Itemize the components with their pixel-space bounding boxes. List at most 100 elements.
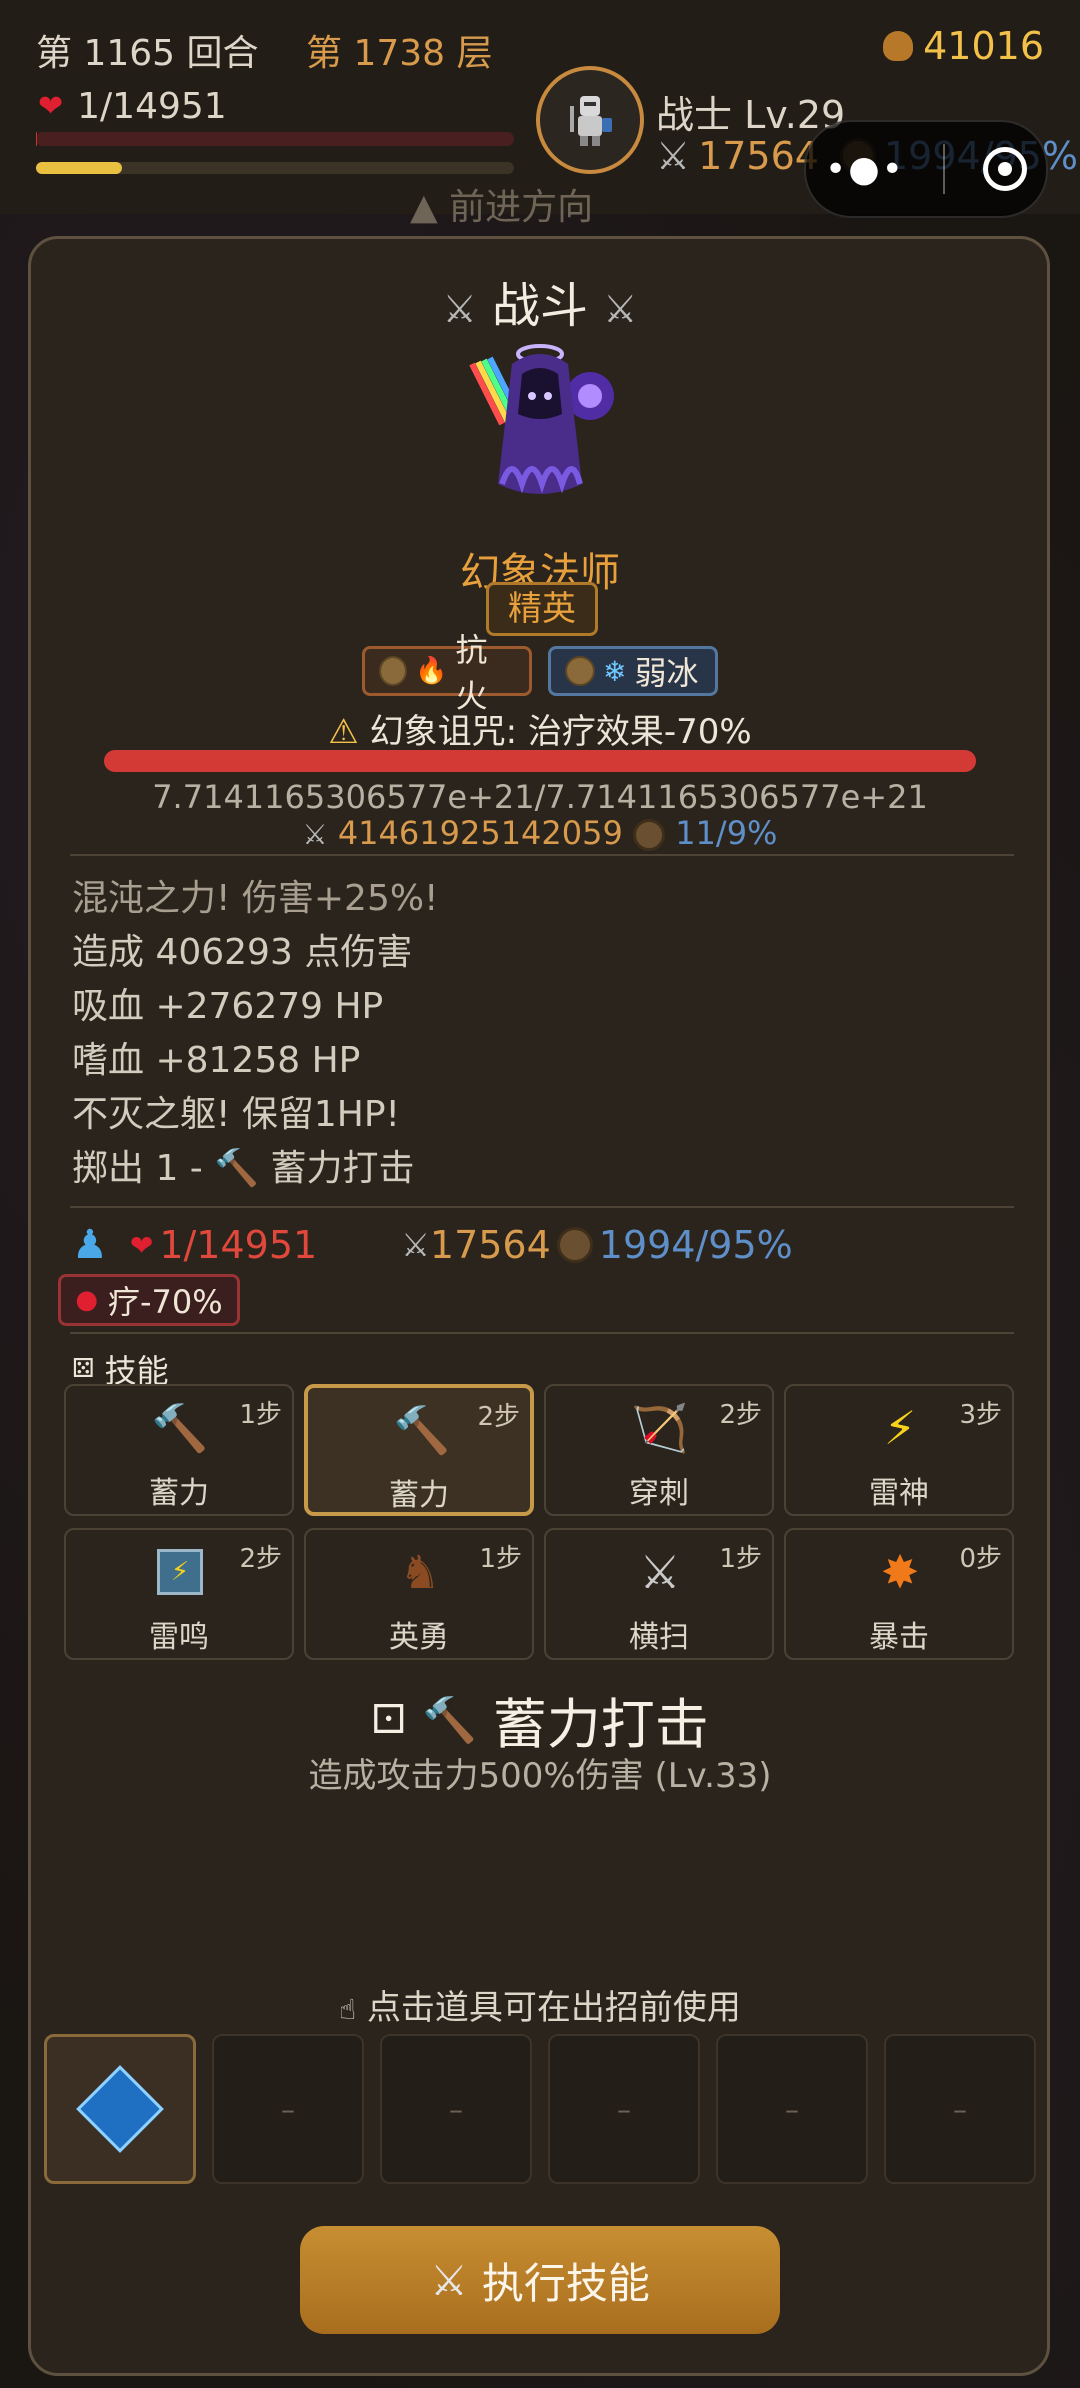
- skill-name: 暴击: [869, 1620, 929, 1655]
- skill-steps: 1步: [239, 1400, 282, 1430]
- skill-card[interactable]: 0步 ✸ 暴击: [784, 1528, 1014, 1660]
- sword-icon: ⚔: [302, 818, 328, 851]
- skill-name: 穿刺: [629, 1476, 689, 1511]
- item-slots: – – – – –: [44, 2034, 1036, 2184]
- log-line: 嗜血 +81258 HP: [72, 1040, 361, 1081]
- divider: [70, 854, 1014, 856]
- hp-bar-fill: [36, 132, 37, 146]
- boss-hp-bar: [104, 750, 976, 772]
- horse-icon: ♞: [399, 1545, 441, 1599]
- log-line: 混沌之力! 伤害+25%!: [72, 878, 439, 919]
- player-avatar[interactable]: [536, 66, 644, 174]
- class-level: 战士 Lv.29: [656, 93, 846, 137]
- player-hp: 1/14951: [159, 1223, 318, 1267]
- items-hint-text: 点击道具可在出招前使用: [366, 1988, 741, 2028]
- item-slot-empty[interactable]: –: [380, 2034, 532, 2184]
- skill-name: 横扫: [629, 1620, 689, 1655]
- player-stats: ♟ ❤ 1/14951 ⚔ 17564 1994/95%: [72, 1222, 793, 1268]
- miniprogram-capsule: •●•: [804, 120, 1048, 218]
- round-counter: 第 1165 回合: [36, 33, 259, 74]
- fire-icon: 🔥: [415, 656, 448, 686]
- blue-gem-icon: [76, 2065, 164, 2153]
- battle-title: ⚔ 战斗 ⚔: [0, 266, 1080, 336]
- bow-icon: 🏹: [631, 1400, 689, 1455]
- heal-debuff-tag: ● 疗-70%: [58, 1274, 240, 1326]
- gold-amount: 41016: [923, 24, 1044, 68]
- boss-attack: 41461925142059: [337, 814, 623, 852]
- ice-tag-label: 弱冰: [634, 654, 699, 692]
- shield-icon: [556, 1227, 593, 1263]
- pointer-hand-icon: ☝: [339, 1993, 357, 2026]
- skill-card[interactable]: 2步 ⚡ 雷鸣: [64, 1528, 294, 1660]
- log-line: 吸血 +276279 HP: [72, 986, 384, 1027]
- direction-hint: ▲ 前进方向: [410, 187, 594, 228]
- execute-skill-button[interactable]: ⚔ 执行技能: [300, 2226, 780, 2334]
- crossed-swords-icon: ⚔: [430, 2256, 468, 2304]
- skill-name: 雷神: [869, 1476, 929, 1511]
- shield-icon: [633, 819, 666, 851]
- skill-name: 蓄力: [149, 1476, 209, 1511]
- more-menu-icon[interactable]: •●•: [825, 149, 905, 190]
- lightning-icon: ⚡: [883, 1401, 917, 1455]
- player-defense: 1994/95%: [598, 1223, 793, 1267]
- fire-resist-tag: 🔥 抗火: [362, 631, 532, 715]
- skill-steps: 2步: [477, 1402, 520, 1432]
- item-slot-empty[interactable]: –: [212, 2034, 364, 2184]
- direction-label: 前进方向: [449, 187, 594, 228]
- player-figure-icon: ♟: [72, 1222, 108, 1268]
- skill-card[interactable]: 2步 🏹 穿刺: [544, 1384, 774, 1516]
- divider: [70, 1332, 1014, 1334]
- crossed-swords-icon: ⚔: [442, 287, 477, 331]
- explosion-icon: ✸: [880, 1545, 920, 1599]
- crossed-swords-icon: ⚔: [603, 287, 638, 331]
- phantom-mage-portrait: [469, 344, 614, 494]
- boss-defense: 11/9%: [675, 814, 778, 852]
- warning-icon: ⚠: [328, 712, 359, 752]
- divider: [70, 1206, 1014, 1208]
- snowflake-icon: ❄: [603, 654, 627, 688]
- hammer-icon: 🔨: [421, 1694, 477, 1746]
- attack-value: 17564: [698, 134, 819, 178]
- item-slot-empty[interactable]: –: [884, 2034, 1036, 2184]
- skill-card[interactable]: 1步 🔨 蓄力: [64, 1384, 294, 1516]
- item-slot-empty[interactable]: –: [716, 2034, 868, 2184]
- hp-bar: [36, 132, 514, 146]
- skill-card[interactable]: 3步 ⚡ 雷神: [784, 1384, 1014, 1516]
- hammer-icon: 🔨: [151, 1400, 209, 1455]
- log-line: 造成 406293 点伤害: [72, 932, 413, 973]
- capsule-divider: [942, 144, 945, 194]
- skill-name: 蓄力: [389, 1478, 449, 1513]
- sword-icon: ⚔: [401, 1226, 430, 1264]
- xp-bar-fill: [36, 162, 123, 174]
- skill-steps: 2步: [719, 1400, 762, 1430]
- close-target-icon[interactable]: [982, 147, 1027, 191]
- gold-bag-icon: [883, 31, 914, 61]
- skill-grid: 1步 🔨 蓄力 2步 🔨 蓄力 2步 🏹 穿刺 3步 ⚡ 雷神 2步 ⚡ 雷鸣 …: [64, 1384, 1016, 1660]
- crossed-swords-icon: ⚔: [639, 1545, 681, 1599]
- item-slot-empty[interactable]: –: [548, 2034, 700, 2184]
- log-line: 不灭之躯! 保留1HP!: [72, 1094, 400, 1135]
- skill-steps: 3步: [959, 1400, 1002, 1430]
- thunder-rune-icon: ⚡: [152, 1544, 208, 1600]
- skill-card-selected[interactable]: 2步 🔨 蓄力: [304, 1384, 534, 1516]
- xp-bar: [36, 162, 514, 174]
- knight-icon: [570, 96, 612, 146]
- skill-card[interactable]: 1步 ⚔ 横扫: [544, 1528, 774, 1660]
- gold-display: 41016: [883, 24, 1044, 68]
- log-line: 掷出 1 - 🔨 蓄力打击: [72, 1148, 415, 1189]
- hammer-icon: 🔨: [393, 1402, 451, 1457]
- dice-icon: ⚀: [371, 1696, 406, 1743]
- status-header: 第 1165 回合 第 1738 层 41016 ❤ 1/14951 战士 Lv…: [0, 0, 1080, 228]
- sword-icon: ⚔: [656, 134, 691, 178]
- item-slot[interactable]: [44, 2034, 196, 2184]
- player-attack: 17564: [429, 1223, 551, 1267]
- heal-debuff-label: 疗-70%: [108, 1283, 223, 1321]
- attack-stat: ⚔ 17564: [656, 134, 819, 178]
- skill-card[interactable]: 1步 ♞ 英勇: [304, 1528, 534, 1660]
- hp-value: 1/14951: [77, 86, 227, 127]
- heart-icon: ❤: [38, 89, 64, 124]
- curse-line: ⚠ 幻象诅咒: 治疗效果-70%: [0, 704, 1080, 753]
- items-hint: ☝ 点击道具可在出招前使用: [0, 1980, 1080, 2029]
- execute-skill-label: 执行技能: [481, 2259, 650, 2307]
- battle-title-text: 战斗: [491, 278, 588, 334]
